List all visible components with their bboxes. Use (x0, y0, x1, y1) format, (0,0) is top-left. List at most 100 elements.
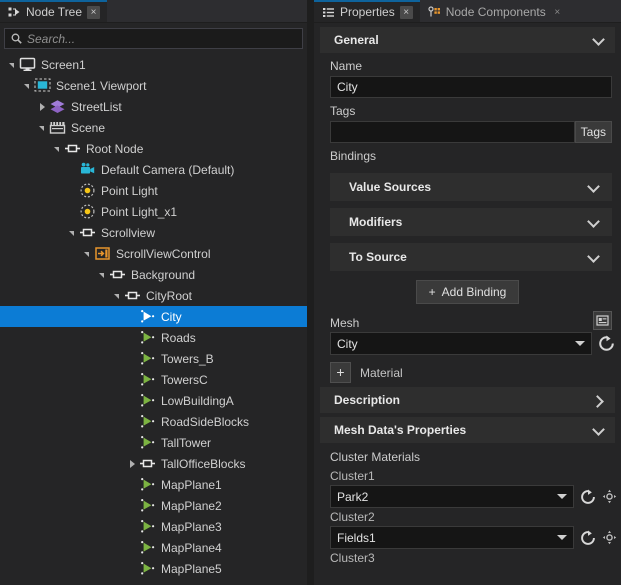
tree-expander-collapse-icon[interactable] (21, 75, 34, 96)
tags-label: Tags (330, 104, 356, 118)
cluster-label-1: Cluster1 (330, 469, 375, 483)
chevron-right-icon[interactable] (593, 395, 604, 406)
search-box[interactable] (4, 28, 303, 49)
tree-expander-collapse-icon[interactable] (51, 138, 64, 159)
tree-node-towers-b[interactable]: Towers_B (0, 348, 307, 369)
tree-node-cityroot[interactable]: CityRoot (0, 285, 307, 306)
mesh-picker-icon[interactable] (593, 311, 612, 330)
chevron-down-icon[interactable] (557, 535, 567, 540)
binding-panel-value-sources[interactable]: Value Sources (330, 173, 612, 201)
tree-node-roads[interactable]: Roads (0, 327, 307, 348)
name-field[interactable]: City (330, 76, 612, 98)
node-components-icon (428, 5, 441, 19)
tree-node-mapplane4[interactable]: MapPlane4 (0, 537, 307, 558)
binding-panel-modifiers[interactable]: Modifiers (330, 208, 612, 236)
tree-expander-collapse-icon[interactable] (111, 285, 124, 306)
tree-node-screen1[interactable]: Screen1 (0, 54, 307, 75)
tree-expander-collapse-icon[interactable] (6, 54, 19, 75)
chevron-down-icon[interactable] (588, 252, 599, 263)
tree-node-scrollviewcontrol[interactable]: ScrollViewControl (0, 243, 307, 264)
tab-node-components-close-icon[interactable]: × (551, 6, 564, 19)
search-input[interactable] (27, 31, 296, 46)
material-label: Material (360, 365, 403, 380)
chevron-down-icon[interactable] (588, 182, 599, 193)
tree-node-label: Root Node (86, 141, 144, 156)
section-mesh-data-properties[interactable]: Mesh Data's Properties (320, 417, 615, 443)
plus-icon: + (428, 285, 436, 299)
tab-properties[interactable]: Properties × (314, 0, 420, 22)
chevron-down-icon[interactable] (593, 425, 604, 436)
tree-expander-placeholder (126, 369, 139, 390)
tab-node-tree-close-icon[interactable]: × (87, 5, 101, 19)
mesh-icon (139, 413, 156, 430)
panel-splitter[interactable] (307, 0, 314, 585)
tree-node-scene1-viewport[interactable]: Scene1 Viewport (0, 75, 307, 96)
tree-node-point-light-x1[interactable]: Point Light_x1 (0, 201, 307, 222)
tree-node-scene[interactable]: Scene (0, 117, 307, 138)
chevron-down-icon[interactable] (593, 35, 604, 46)
tree-node-label: Towers_B (161, 351, 214, 366)
tab-properties-close-icon[interactable]: × (399, 5, 413, 19)
mesh-icon (139, 392, 156, 409)
tree-expander-collapse-icon[interactable] (81, 243, 94, 264)
tree-node-label: TallOfficeBlocks (161, 456, 246, 471)
cluster-select-1[interactable]: Park2 (330, 485, 574, 508)
tree-node-root-node[interactable]: Root Node (0, 138, 307, 159)
section-mesh-data-properties-title: Mesh Data's Properties (334, 423, 467, 437)
scrollview-icon (94, 245, 111, 262)
tree-node-label: City (161, 309, 182, 324)
tab-node-components[interactable]: Node Components × (419, 0, 571, 22)
tree-node-roadsideblocks[interactable]: RoadSideBlocks (0, 411, 307, 432)
tree-expander-placeholder (66, 180, 79, 201)
add-binding-label: Add Binding (441, 285, 507, 299)
point-light-icon (79, 182, 96, 199)
cluster-reset-icon-2[interactable] (580, 529, 596, 546)
tree-node-label: MapPlane1 (161, 477, 222, 492)
tree-expander-placeholder (126, 327, 139, 348)
cluster-reset-icon-1[interactable] (580, 488, 596, 505)
binding-panel-to-source[interactable]: To Source (330, 243, 612, 271)
chevron-down-icon[interactable] (557, 494, 567, 499)
section-general[interactable]: General (320, 27, 615, 53)
add-binding-button[interactable]: + Add Binding (415, 280, 520, 304)
tree-node-mapplane1[interactable]: MapPlane1 (0, 474, 307, 495)
cluster-locate-icon-1[interactable] (602, 489, 617, 504)
binding-panel-modifiers-title: Modifiers (349, 215, 403, 229)
tree-expander-collapse-icon[interactable] (66, 222, 79, 243)
tree-node-mapplane5[interactable]: MapPlane5 (0, 558, 307, 579)
tree-node-city[interactable]: City (0, 306, 307, 327)
chevron-down-icon[interactable] (588, 217, 599, 228)
section-description[interactable]: Description (320, 387, 615, 413)
tree-expander-placeholder (126, 306, 139, 327)
add-material-button[interactable]: + (330, 362, 351, 383)
node-tree[interactable]: Screen1 Scene1 Viewport StreetList Scene Roo… (0, 52, 307, 585)
tree-node-default-camera-default[interactable]: Default Camera (Default) (0, 159, 307, 180)
tree-node-tallofficeblocks[interactable]: TallOfficeBlocks (0, 453, 307, 474)
mesh-value: City (337, 336, 358, 351)
tree-node-lowbuildinga[interactable]: LowBuildingA (0, 390, 307, 411)
mesh-reset-icon[interactable] (598, 335, 615, 352)
tree-node-mapplane3[interactable]: MapPlane3 (0, 516, 307, 537)
cluster-locate-icon-2[interactable] (602, 530, 617, 545)
tab-node-tree[interactable]: Node Tree × (0, 0, 108, 22)
tags-button[interactable]: Tags (574, 121, 612, 143)
tree-expander-expand-icon[interactable] (36, 96, 49, 117)
tree-node-towersc[interactable]: TowersC (0, 369, 307, 390)
tree-node-talltower[interactable]: TallTower (0, 432, 307, 453)
cluster-row-1: Park2 (330, 485, 617, 508)
tree-expander-collapse-icon[interactable] (96, 264, 109, 285)
cluster-select-2[interactable]: Fields1 (330, 526, 574, 549)
tree-node-label: Point Light (101, 183, 158, 198)
binding-panel-to-source-title: To Source (349, 250, 407, 264)
tree-expander-collapse-icon[interactable] (36, 117, 49, 138)
tree-node-mapplane2[interactable]: MapPlane2 (0, 495, 307, 516)
name-label: Name (330, 59, 363, 73)
chevron-down-icon[interactable] (575, 341, 585, 346)
tree-node-point-light[interactable]: Point Light (0, 180, 307, 201)
tree-node-streetlist[interactable]: StreetList (0, 96, 307, 117)
mesh-select[interactable]: City (330, 332, 592, 355)
tree-expander-expand-icon[interactable] (126, 453, 139, 474)
tags-field[interactable] (330, 121, 575, 143)
tree-node-scrollview[interactable]: Scrollview (0, 222, 307, 243)
tree-node-background[interactable]: Background (0, 264, 307, 285)
